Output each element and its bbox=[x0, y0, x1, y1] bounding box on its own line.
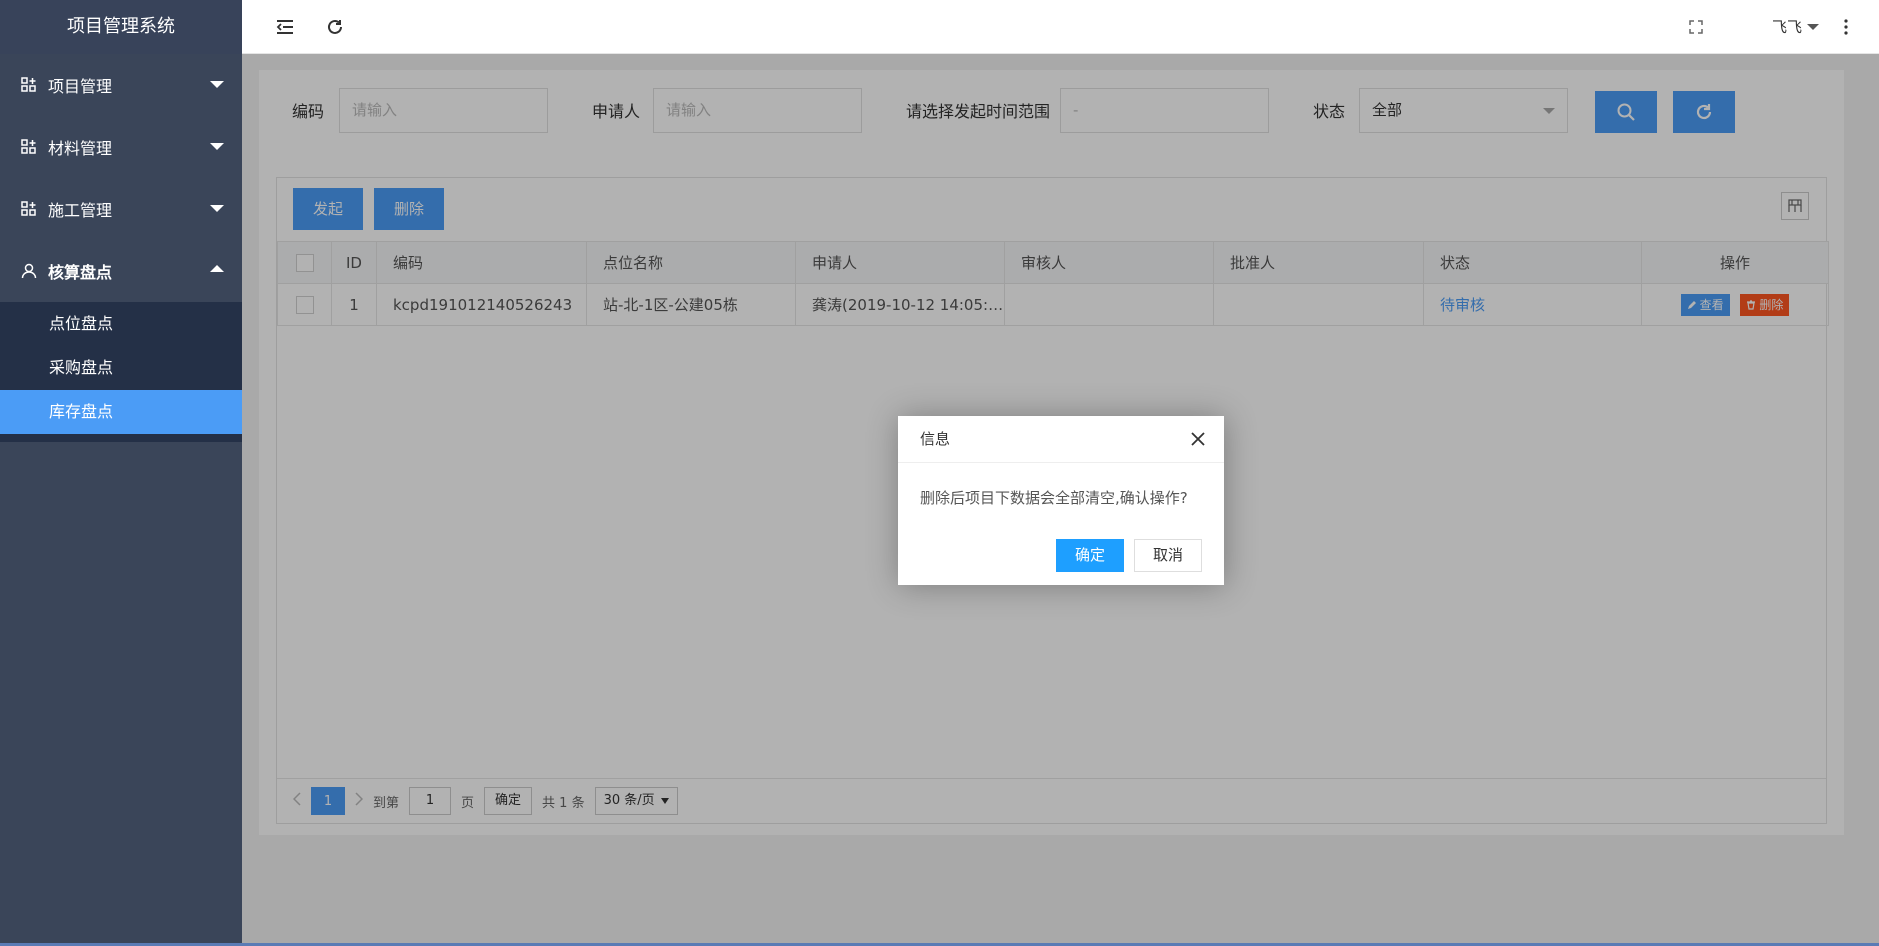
cancel-button[interactable]: 取消 bbox=[1133, 539, 1202, 572]
dialog-message: 删除后项目下数据会全部清空,确认操作? bbox=[920, 489, 1188, 507]
sidebar-item-label: 核算盘点 bbox=[48, 263, 113, 282]
refresh-icon[interactable] bbox=[322, 14, 348, 40]
app-title: 项目管理系统 bbox=[0, 0, 242, 54]
dialog-buttons: 确定 取消 bbox=[1046, 539, 1202, 572]
chevron-down-icon bbox=[210, 143, 224, 150]
grid-icon bbox=[20, 138, 38, 156]
grid-icon bbox=[20, 200, 38, 218]
more-vertical-icon[interactable] bbox=[1833, 14, 1859, 40]
sidebar-item-construction[interactable]: 施工管理 bbox=[0, 178, 242, 240]
sidebar-item-purchase-check[interactable]: 采购盘点 bbox=[0, 346, 242, 390]
confirm-dialog: 信息 删除后项目下数据会全部清空,确认操作? 确定 取消 bbox=[898, 416, 1224, 585]
sidebar-item-label: 施工管理 bbox=[48, 201, 113, 220]
fullscreen-icon[interactable] bbox=[1683, 14, 1709, 40]
sidebar-submenu: 点位盘点 采购盘点 库存盘点 bbox=[0, 302, 242, 434]
menu-collapse-icon[interactable] bbox=[272, 14, 298, 40]
close-icon[interactable] bbox=[1190, 431, 1206, 447]
sidebar-item-point-check[interactable]: 点位盘点 bbox=[0, 302, 242, 346]
user-menu[interactable]: 飞飞 bbox=[1772, 16, 1819, 37]
sidebar-item-accounting[interactable]: 核算盘点 bbox=[0, 240, 242, 302]
sidebar: 项目管理系统 项目管理 材料管理 施工管理 核算盘点 点位盘点 采购盘点 库存盘… bbox=[0, 0, 242, 946]
confirm-button[interactable]: 确定 bbox=[1055, 539, 1124, 572]
sidebar-item-stock-check[interactable]: 库存盘点 bbox=[0, 390, 242, 434]
submenu-footer bbox=[0, 434, 242, 442]
sidebar-item-label: 材料管理 bbox=[48, 139, 113, 158]
chevron-down-icon bbox=[210, 205, 224, 212]
sidebar-item-label: 项目管理 bbox=[48, 77, 113, 96]
chevron-down-icon bbox=[210, 81, 224, 88]
chevron-up-icon bbox=[210, 265, 224, 272]
dialog-title: 信息 bbox=[898, 416, 1224, 463]
user-name: 飞飞 bbox=[1771, 18, 1802, 36]
sidebar-item-material[interactable]: 材料管理 bbox=[0, 116, 242, 178]
user-icon bbox=[20, 262, 38, 280]
sidebar-item-project[interactable]: 项目管理 bbox=[0, 54, 242, 116]
chevron-down-icon bbox=[1807, 23, 1819, 30]
top-header: 飞飞 bbox=[242, 0, 1879, 54]
grid-icon bbox=[20, 76, 38, 94]
